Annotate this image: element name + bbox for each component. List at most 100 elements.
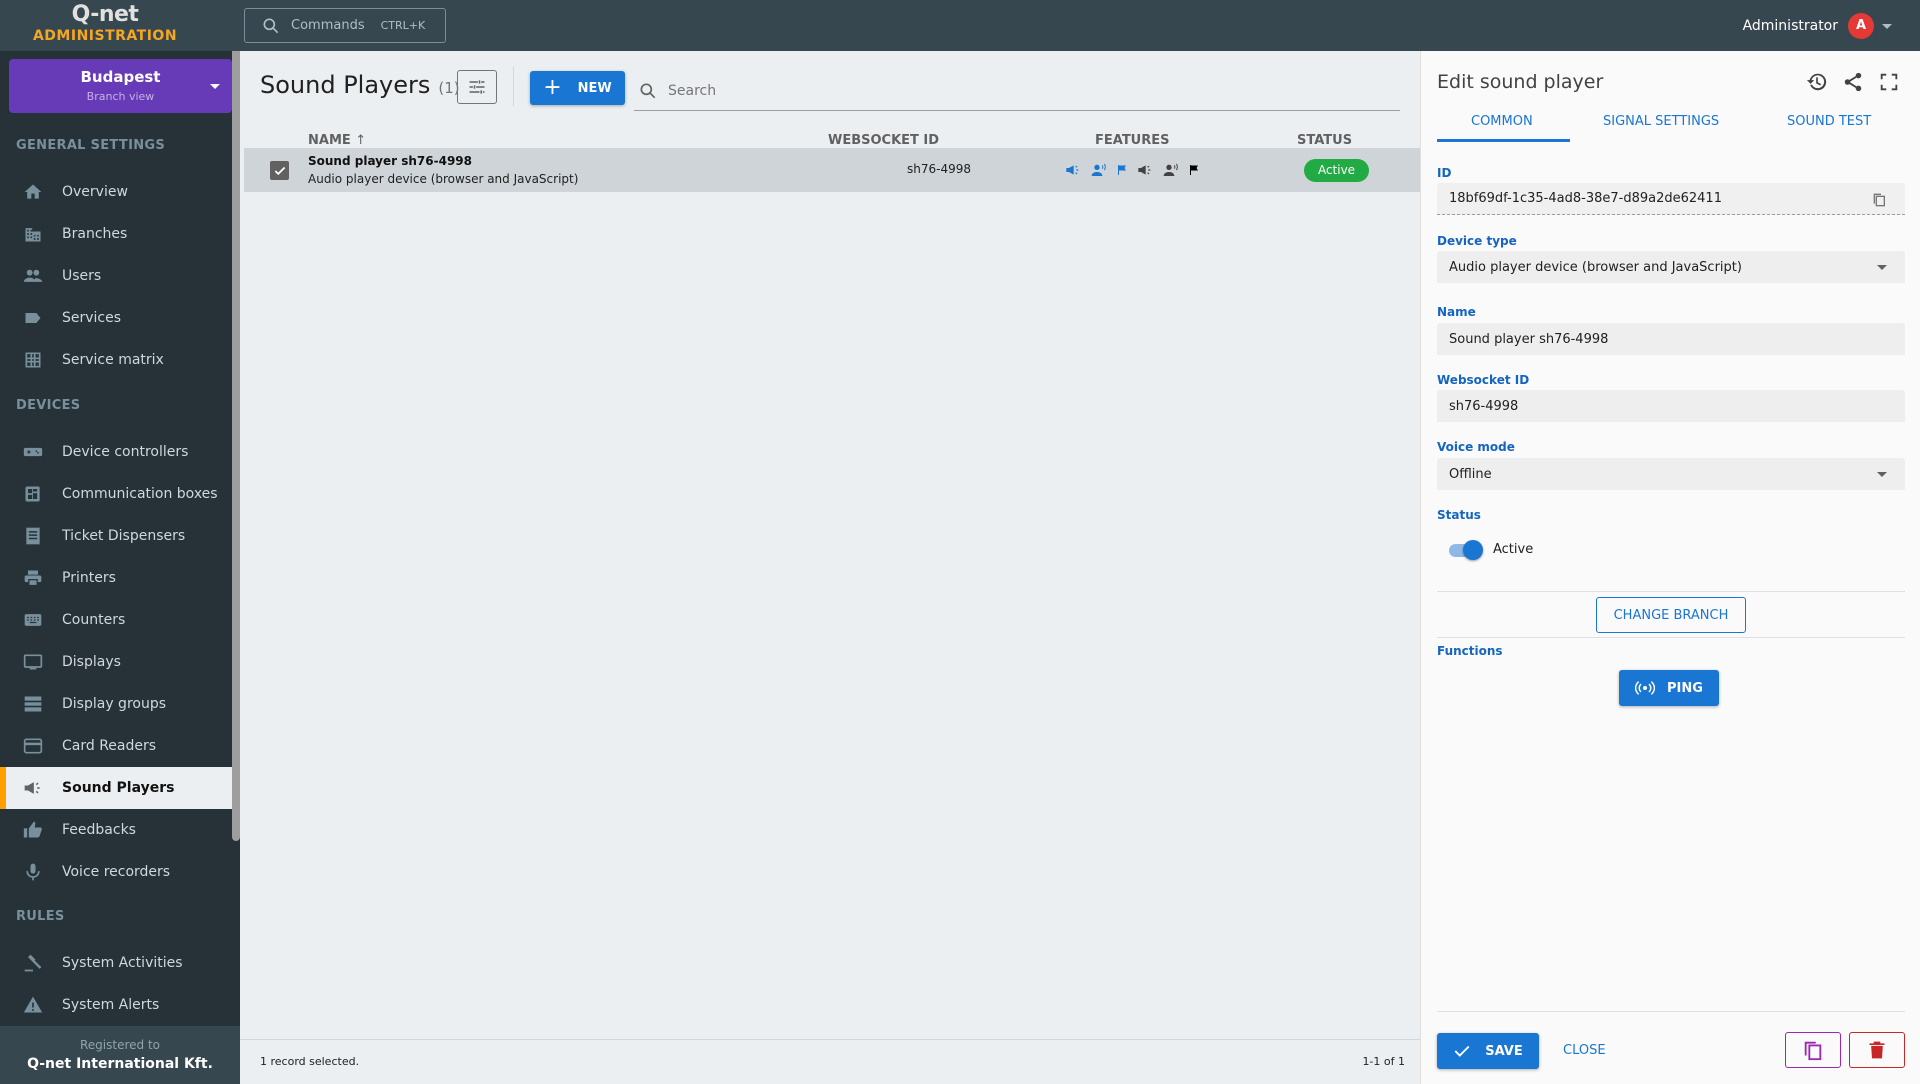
logo: Q-net ADMINISTRATION bbox=[0, 0, 210, 51]
branch-name: Budapest bbox=[80, 68, 161, 86]
search-placeholder: Search bbox=[668, 82, 717, 99]
column-header-websocket[interactable]: WEBSOCKET ID bbox=[828, 133, 939, 148]
printer-icon bbox=[22, 567, 44, 589]
row-checkbox[interactable] bbox=[270, 161, 289, 180]
sidebar-item-label: Sound Players bbox=[62, 780, 175, 796]
table-footer: 1 record selected. 1-1 of 1 bbox=[240, 1039, 1420, 1084]
sidebar-item-users[interactable]: Users bbox=[0, 255, 232, 297]
sidebar-item-system-alerts[interactable]: System Alerts bbox=[0, 984, 232, 1026]
voice-mode-value: Offline bbox=[1449, 466, 1492, 482]
websocket-value: sh76-4998 bbox=[1449, 398, 1519, 414]
registered-label: Registered to bbox=[79, 1038, 160, 1052]
page-title-text: Sound Players bbox=[260, 71, 431, 99]
column-header-status[interactable]: STATUS bbox=[1297, 133, 1352, 148]
column-header-features[interactable]: FEATURES bbox=[1095, 133, 1170, 148]
sidebar-item-overview[interactable]: Overview bbox=[0, 171, 232, 213]
commands-button[interactable]: Commands CTRL+K bbox=[244, 8, 446, 43]
logo-subtitle: ADMINISTRATION bbox=[32, 28, 178, 44]
edit-panel: Edit sound player COMMON SIGNAL SETTINGS… bbox=[1420, 51, 1920, 1084]
sidebar-item-system-activities[interactable]: System Activities bbox=[0, 942, 232, 984]
sidebar-item-display-groups[interactable]: Display groups bbox=[0, 683, 232, 725]
name-value: Sound player sh76-4998 bbox=[1449, 331, 1609, 347]
sidebar-item-sound-players[interactable]: Sound Players bbox=[0, 767, 232, 809]
filter-settings-button[interactable] bbox=[457, 70, 497, 104]
search-input[interactable]: Search bbox=[634, 71, 1400, 111]
websocket-input[interactable]: sh76-4998 bbox=[1437, 390, 1905, 422]
device-type-select[interactable]: Audio player device (browser and JavaScr… bbox=[1437, 251, 1905, 283]
delete-button[interactable] bbox=[1849, 1032, 1905, 1068]
registration-info: Registered to Q-net International Kft. bbox=[0, 1026, 240, 1084]
id-label: ID bbox=[1437, 166, 1452, 180]
sidebar-item-services[interactable]: Services bbox=[0, 297, 232, 339]
table-row[interactable]: Sound player sh76-4998 Audio player devi… bbox=[244, 148, 1420, 192]
column-header-name[interactable]: NAME ↑ bbox=[308, 133, 366, 148]
dropdown-arrow-icon bbox=[1877, 264, 1887, 270]
user-menu[interactable]: Administrator A bbox=[1743, 13, 1892, 39]
gamepad-icon bbox=[22, 441, 44, 463]
new-button-label: NEW bbox=[577, 80, 612, 96]
sidebar-item-displays[interactable]: Displays bbox=[0, 641, 232, 683]
sidebar-item-label: Counters bbox=[62, 612, 126, 628]
new-button[interactable]: + NEW bbox=[530, 71, 625, 105]
sidebar-item-label: System Alerts bbox=[62, 997, 160, 1013]
close-button[interactable]: CLOSE bbox=[1563, 1043, 1606, 1058]
check-icon bbox=[1454, 1045, 1470, 1057]
change-branch-button[interactable]: CHANGE BRANCH bbox=[1596, 597, 1746, 633]
sidebar-item-feedbacks[interactable]: Feedbacks bbox=[0, 809, 232, 851]
sidebar-item-card-readers[interactable]: Card Readers bbox=[0, 725, 232, 767]
sidebar-item-device-controllers[interactable]: Device controllers bbox=[0, 431, 232, 473]
status-toggle[interactable] bbox=[1449, 540, 1483, 560]
save-button[interactable]: SAVE bbox=[1437, 1033, 1539, 1069]
sidebar-item-label: Users bbox=[62, 268, 102, 284]
sidebar-item-label: System Activities bbox=[62, 955, 183, 971]
tab-signal-settings[interactable]: SIGNAL SETTINGS bbox=[1603, 114, 1719, 129]
panel-actions bbox=[1806, 71, 1900, 93]
sidebar-item-communication-boxes[interactable]: Communication boxes bbox=[0, 473, 232, 515]
label-icon bbox=[22, 307, 44, 329]
sidebar-item-label: Service matrix bbox=[62, 352, 164, 368]
sidebar-scrollbar[interactable] bbox=[232, 51, 240, 841]
tab-sound-test[interactable]: SOUND TEST bbox=[1787, 114, 1871, 129]
copy-icon[interactable] bbox=[1871, 191, 1887, 207]
voice-icon bbox=[1091, 163, 1106, 176]
divider bbox=[1437, 591, 1905, 592]
flag-icon bbox=[1190, 165, 1198, 175]
sidebar-item-label: Voice recorders bbox=[62, 864, 171, 880]
sidebar-item-service-matrix[interactable]: Service matrix bbox=[0, 339, 232, 381]
duplicate-button[interactable] bbox=[1785, 1032, 1841, 1068]
sidebar-item-label: Printers bbox=[62, 570, 116, 586]
ping-button[interactable]: PING bbox=[1619, 670, 1719, 706]
divider bbox=[1437, 637, 1905, 638]
search-icon bbox=[263, 18, 279, 33]
tab-common[interactable]: COMMON bbox=[1471, 114, 1533, 129]
share-icon[interactable] bbox=[1842, 71, 1864, 93]
sidebar-item-counters[interactable]: Counters bbox=[0, 599, 232, 641]
id-field: 18bf69df-1c35-4ad8-38e7-d89a2de62411 bbox=[1437, 183, 1905, 215]
history-icon[interactable] bbox=[1806, 71, 1828, 93]
building-icon bbox=[22, 223, 44, 245]
thumbs-up-icon bbox=[22, 819, 44, 841]
fullscreen-icon[interactable] bbox=[1878, 71, 1900, 93]
voice-mode-select[interactable]: Offline bbox=[1437, 458, 1905, 490]
sidebar-item-printers[interactable]: Printers bbox=[0, 557, 232, 599]
sidebar-item-branches[interactable]: Branches bbox=[0, 213, 232, 255]
section-rules: RULES bbox=[16, 909, 65, 924]
row-websocket-id: sh76-4998 bbox=[907, 162, 971, 176]
sidebar-item-voice-recorders[interactable]: Voice recorders bbox=[0, 851, 232, 893]
plus-icon: + bbox=[543, 75, 562, 100]
name-input[interactable]: Sound player sh76-4998 bbox=[1437, 323, 1905, 355]
page-title: Sound Players (1) bbox=[260, 71, 460, 99]
stack-icon bbox=[22, 693, 44, 715]
branch-selector[interactable]: Budapest Branch view bbox=[9, 59, 232, 113]
websocket-label: Websocket ID bbox=[1437, 373, 1530, 387]
grid-icon bbox=[22, 349, 44, 371]
user-name: Administrator bbox=[1742, 18, 1838, 34]
megaphone-icon bbox=[1138, 165, 1151, 175]
row-features bbox=[1064, 162, 1200, 178]
pagination-info: 1-1 of 1 bbox=[1362, 1055, 1405, 1068]
panel-title: Edit sound player bbox=[1437, 71, 1604, 93]
sidebar-item-label: Branches bbox=[62, 226, 128, 242]
broadcast-icon bbox=[1635, 681, 1656, 695]
functions-label: Functions bbox=[1437, 644, 1503, 658]
sidebar-item-ticket-dispensers[interactable]: Ticket Dispensers bbox=[0, 515, 232, 557]
